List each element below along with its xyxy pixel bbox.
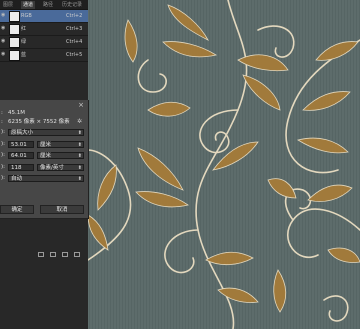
channel-thumbnail	[9, 37, 20, 48]
resample-label: ):	[1, 175, 5, 181]
image-size-value: 45.1M	[8, 110, 25, 116]
width-unit-value: 厘米	[40, 142, 52, 148]
new-channel-icon[interactable]	[62, 252, 68, 257]
delete-channel-icon[interactable]	[74, 252, 80, 257]
width-unit-select[interactable]: 厘米 ⬍	[37, 141, 84, 148]
resolution-label: ):	[1, 164, 5, 170]
close-icon[interactable]: ×	[77, 102, 85, 109]
eye-icon[interactable]: ◉	[1, 13, 6, 18]
resolution-unit-value: 像素/英寸	[40, 165, 64, 171]
channel-row-green[interactable]: ◉ 绿 Ctrl+4	[0, 36, 88, 49]
size-label-prefix: :	[1, 110, 3, 116]
height-unit-value: 厘米	[40, 153, 52, 159]
resolution-field[interactable]: 118	[8, 164, 34, 171]
tab-paths[interactable]: 路径	[41, 1, 55, 9]
width-label: ):	[1, 141, 5, 147]
cancel-button[interactable]: 取消	[40, 205, 84, 214]
channel-shortcut: Ctrl+3	[66, 26, 83, 32]
load-selection-icon[interactable]	[38, 252, 44, 257]
channel-row-blue[interactable]: ◉ 蓝 Ctrl+5	[0, 49, 88, 62]
channel-shortcut: Ctrl+5	[66, 52, 83, 58]
resample-value: 自动	[11, 176, 23, 182]
channels-footer	[30, 250, 88, 260]
tab-layers[interactable]: 图层	[1, 1, 15, 9]
save-selection-icon[interactable]	[50, 252, 56, 257]
channel-name: 红	[21, 26, 27, 32]
height-label: ):	[1, 152, 5, 158]
channel-name: 绿	[21, 39, 27, 45]
eye-icon[interactable]: ◉	[1, 26, 6, 31]
tab-history[interactable]: 历史记录	[60, 1, 84, 9]
dimensions-value: 6235 像素 × 7552 像素	[8, 119, 70, 125]
caret-down-icon: ⬍	[77, 142, 82, 148]
channel-shortcut: Ctrl+2	[66, 13, 83, 19]
image-size-dialog: × : 45.1M ✲ : 6235 像素 × 7552 像素 ): 原稿大小 …	[0, 100, 89, 219]
height-field[interactable]: 64.01	[8, 152, 34, 159]
fit-label: ):	[1, 129, 5, 135]
document-canvas[interactable]	[88, 0, 360, 329]
eye-icon[interactable]: ◉	[1, 52, 6, 57]
caret-down-icon: ⬍	[77, 153, 82, 159]
panel-tabbar: 图层 通道 路径 历史记录	[0, 0, 88, 10]
caret-down-icon: ⬍	[77, 165, 82, 171]
dimensions-prefix: :	[1, 119, 3, 125]
width-field[interactable]: 53.01	[8, 141, 34, 148]
resolution-unit-select[interactable]: 像素/英寸 ⬍	[37, 164, 84, 171]
caret-down-icon: ⬍	[77, 176, 82, 182]
wallpaper-pattern	[88, 0, 360, 329]
channel-thumbnail	[9, 11, 20, 22]
tab-channels[interactable]: 通道	[21, 1, 36, 9]
channel-row-rgb[interactable]: ◉ RGB Ctrl+2	[0, 10, 88, 23]
channel-thumbnail	[9, 24, 20, 35]
fit-to-select[interactable]: 原稿大小 ⬍	[8, 129, 84, 136]
channel-name: 蓝	[21, 52, 27, 58]
ok-button[interactable]: 确定	[0, 205, 34, 214]
channel-thumbnail	[9, 50, 20, 61]
caret-down-icon: ⬍	[77, 130, 82, 136]
channel-row-red[interactable]: ◉ 红 Ctrl+3	[0, 23, 88, 36]
gear-icon[interactable]: ✲	[77, 119, 82, 125]
channels-panel: 图层 通道 路径 历史记录 ◉ RGB Ctrl+2 ◉ 红 Ctrl+3 ◉ …	[0, 0, 89, 329]
resample-select[interactable]: 自动 ⬍	[8, 175, 84, 182]
height-unit-select[interactable]: 厘米 ⬍	[37, 152, 84, 159]
fit-to-value: 原稿大小	[11, 130, 34, 136]
channel-shortcut: Ctrl+4	[66, 39, 83, 45]
eye-icon[interactable]: ◉	[1, 39, 6, 44]
channel-name: RGB	[21, 13, 32, 19]
